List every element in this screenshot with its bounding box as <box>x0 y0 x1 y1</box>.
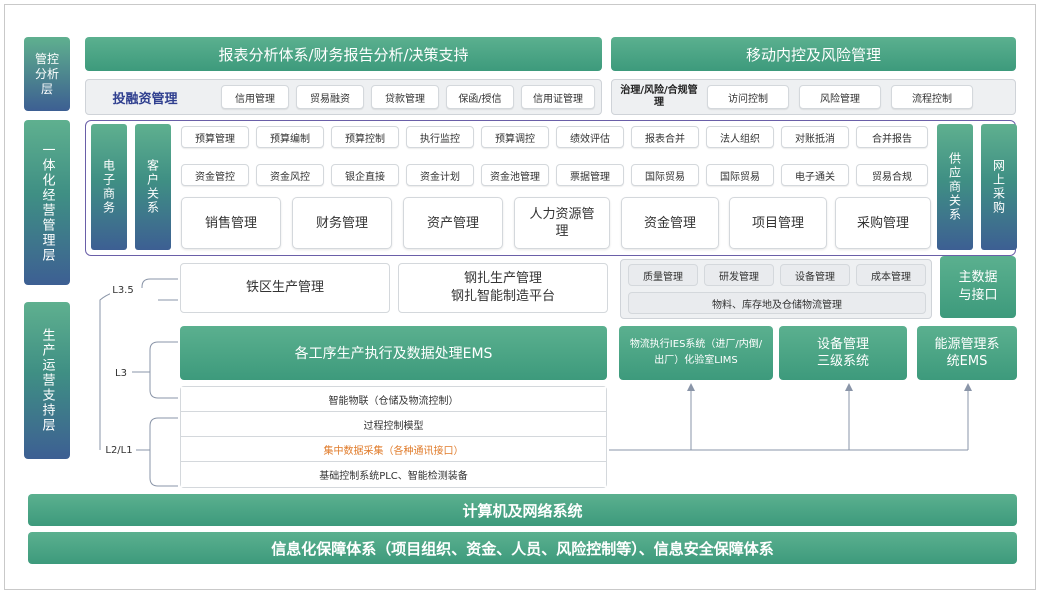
logistics-system-label: 物流执行IES系统（进厂/内倒/出厂）化验室LIMS <box>629 339 763 366</box>
level-l2l1: L2/L1 <box>102 443 136 457</box>
steel-production-label: 钢扎生产管理 <box>463 271 542 286</box>
quality-chip: 成本管理 <box>856 264 926 286</box>
master-data-label: 主数据与接口 <box>958 270 998 303</box>
equipment-system-box: 设备管理三级系统 <box>779 326 907 380</box>
l2-row: 过程控制模型 <box>181 412 606 437</box>
logistics-chip: 物料、库存地及仓储物流管理 <box>628 292 926 314</box>
master-data-box: 主数据与接口 <box>940 256 1016 318</box>
logistics-system-box: 物流执行IES系统（进厂/内倒/出厂）化验室LIMS <box>619 326 773 380</box>
level-l3: L3 <box>110 366 132 380</box>
iron-production-label: 铁区生产管理 <box>245 280 324 295</box>
l2-panel: 智能物联（仓储及物流控制） 过程控制模型 集中数据采集（各种通讯接口） 基础控制… <box>180 386 607 488</box>
level-l35: L3.5 <box>110 283 136 297</box>
steel-production-box: 钢扎生产管理 钢扎智能制造平台 <box>398 263 608 313</box>
energy-system-label: 能源管理系统EMS <box>934 337 1000 369</box>
l2-row-highlight: 集中数据采集（各种通讯接口） <box>181 437 606 462</box>
energy-system-box: 能源管理系统EMS <box>917 326 1017 380</box>
iron-production-box: 铁区生产管理 <box>180 263 390 313</box>
security-label: 信息化保障体系（项目组织、资金、人员、风险控制等）、信息安全保障体系 <box>271 539 774 558</box>
quality-chip: 设备管理 <box>780 264 850 286</box>
network-label: 计算机及网络系统 <box>462 501 583 520</box>
l2-row: 智能物联（仓储及物流控制） <box>181 387 606 412</box>
steel-platform-label: 钢扎智能制造平台 <box>450 289 555 304</box>
l2-row: 基础控制系统PLC、智能检测装备 <box>181 462 606 487</box>
ems-label: 各工序生产执行及数据处理EMS <box>294 346 493 362</box>
quality-chip: 质量管理 <box>628 264 698 286</box>
network-bar: 计算机及网络系统 <box>28 494 1017 526</box>
security-bar: 信息化保障体系（项目组织、资金、人员、风险控制等）、信息安全保障体系 <box>28 532 1017 564</box>
quality-chip: 研发管理 <box>704 264 774 286</box>
ems-box: 各工序生产执行及数据处理EMS <box>180 326 607 380</box>
equipment-system-label: 设备管理三级系统 <box>816 337 869 369</box>
